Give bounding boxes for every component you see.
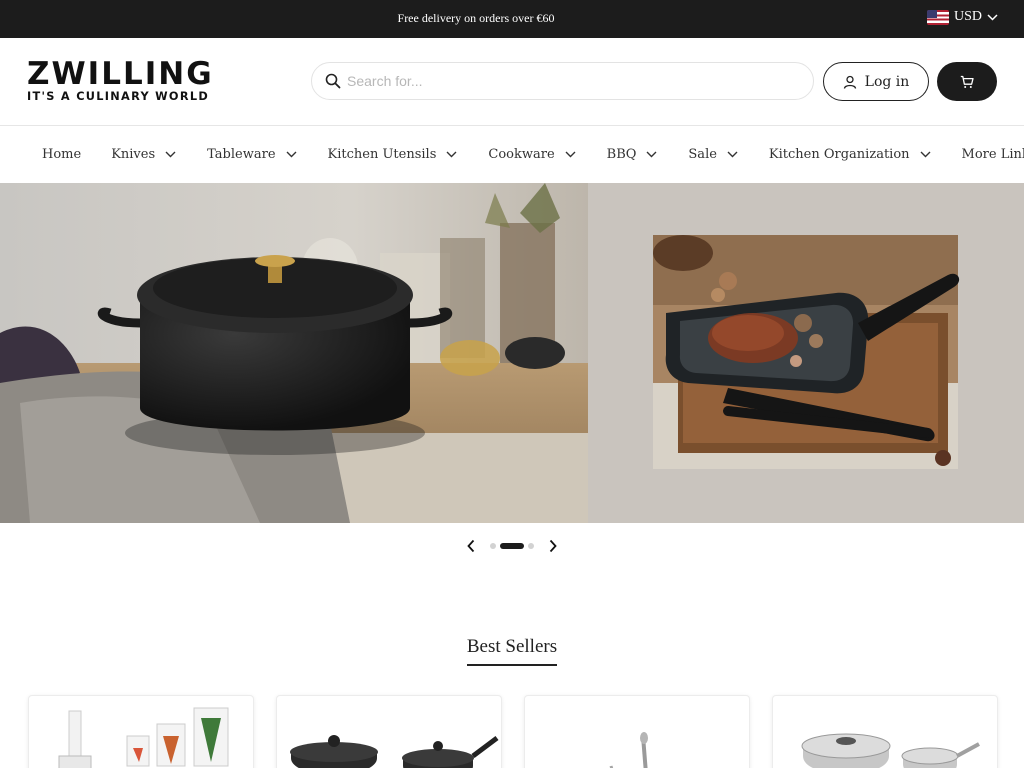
chevron-down-icon: [987, 13, 998, 21]
chevron-down-icon: [565, 151, 576, 158]
currency-selector[interactable]: USD: [926, 9, 998, 25]
nav-label: More Links: [961, 147, 1024, 162]
nav-label: Knives: [111, 147, 156, 162]
search-input[interactable]: [347, 73, 813, 89]
nav-label: Kitchen Utensils: [327, 147, 437, 162]
carousel-dot[interactable]: [528, 543, 534, 549]
brand-tagline: IT'S A CULINARY WORLD: [27, 90, 210, 103]
nav-label: Cookware: [488, 147, 555, 162]
hero-banner[interactable]: [0, 183, 1024, 523]
product-image: [609, 732, 648, 768]
chevron-down-icon: [286, 151, 297, 158]
chevron-right-icon[interactable]: [548, 539, 558, 553]
promo-text: Free delivery on orders over €60: [397, 11, 555, 25]
search-bar[interactable]: [311, 62, 814, 100]
section-title: Best Sellers: [466, 636, 558, 666]
site-header: ZWILLING IT'S A CULINARY WORLD Log in: [0, 38, 1024, 126]
search-icon: [325, 73, 341, 89]
nav-item-tableware[interactable]: Tableware: [207, 147, 297, 162]
product-image: [58, 707, 229, 768]
nav-label: BBQ: [606, 147, 637, 162]
chevron-down-icon: [646, 151, 657, 158]
currency-label: USD: [953, 9, 982, 24]
login-label: Log in: [864, 73, 910, 90]
us-flag-icon: [926, 9, 949, 25]
carousel-dot[interactable]: [490, 543, 496, 549]
carousel-dot-active[interactable]: [500, 543, 524, 549]
product-image: [290, 735, 499, 768]
product-image: [801, 733, 980, 768]
nav-label: Sale: [688, 147, 717, 162]
nav-item-sale[interactable]: Sale: [688, 147, 738, 162]
chevron-down-icon: [446, 151, 457, 158]
hero-image-dutch-oven: [0, 183, 588, 523]
cart-button[interactable]: [937, 62, 997, 101]
product-card[interactable]: [276, 695, 502, 768]
nav-item-bbq[interactable]: BBQ: [607, 147, 658, 162]
nav-label: Home: [42, 147, 82, 162]
brand-name: ZWILLING: [27, 56, 214, 92]
chevron-down-icon: [165, 151, 176, 158]
hero-panel-right: [588, 183, 1024, 523]
nav-item-more-links[interactable]: More Links: [962, 147, 1024, 162]
chevron-down-icon: [727, 151, 738, 158]
nav-item-home[interactable]: Home: [42, 147, 81, 162]
chevron-left-icon[interactable]: [466, 539, 476, 553]
product-card[interactable]: [524, 695, 750, 768]
chevron-down-icon: [920, 151, 931, 158]
login-button[interactable]: Log in: [823, 62, 929, 101]
carousel-dots: [490, 543, 534, 549]
carousel-controls: [466, 538, 558, 554]
nav-item-kitchen-organization[interactable]: Kitchen Organization: [769, 147, 931, 162]
nav-label: Kitchen Organization: [768, 147, 910, 162]
brand-logo[interactable]: ZWILLING IT'S A CULINARY WORLD: [27, 58, 214, 103]
nav-label: Tableware: [207, 147, 276, 162]
promo-bar: Free delivery on orders over €60 USD: [0, 0, 1024, 38]
nav-item-knives[interactable]: Knives: [111, 147, 176, 162]
best-sellers-heading: Best Sellers: [0, 636, 1024, 666]
main-nav: Home Knives Tableware Kitchen Utensils C…: [0, 126, 1024, 183]
cart-icon: [960, 75, 974, 88]
product-card[interactable]: [772, 695, 998, 768]
product-card[interactable]: [28, 695, 254, 768]
hero-image-grill-pan: [653, 235, 960, 469]
user-icon: [843, 75, 856, 89]
nav-item-kitchen-utensils[interactable]: Kitchen Utensils: [328, 147, 458, 162]
nav-item-cookware[interactable]: Cookware: [488, 147, 576, 162]
